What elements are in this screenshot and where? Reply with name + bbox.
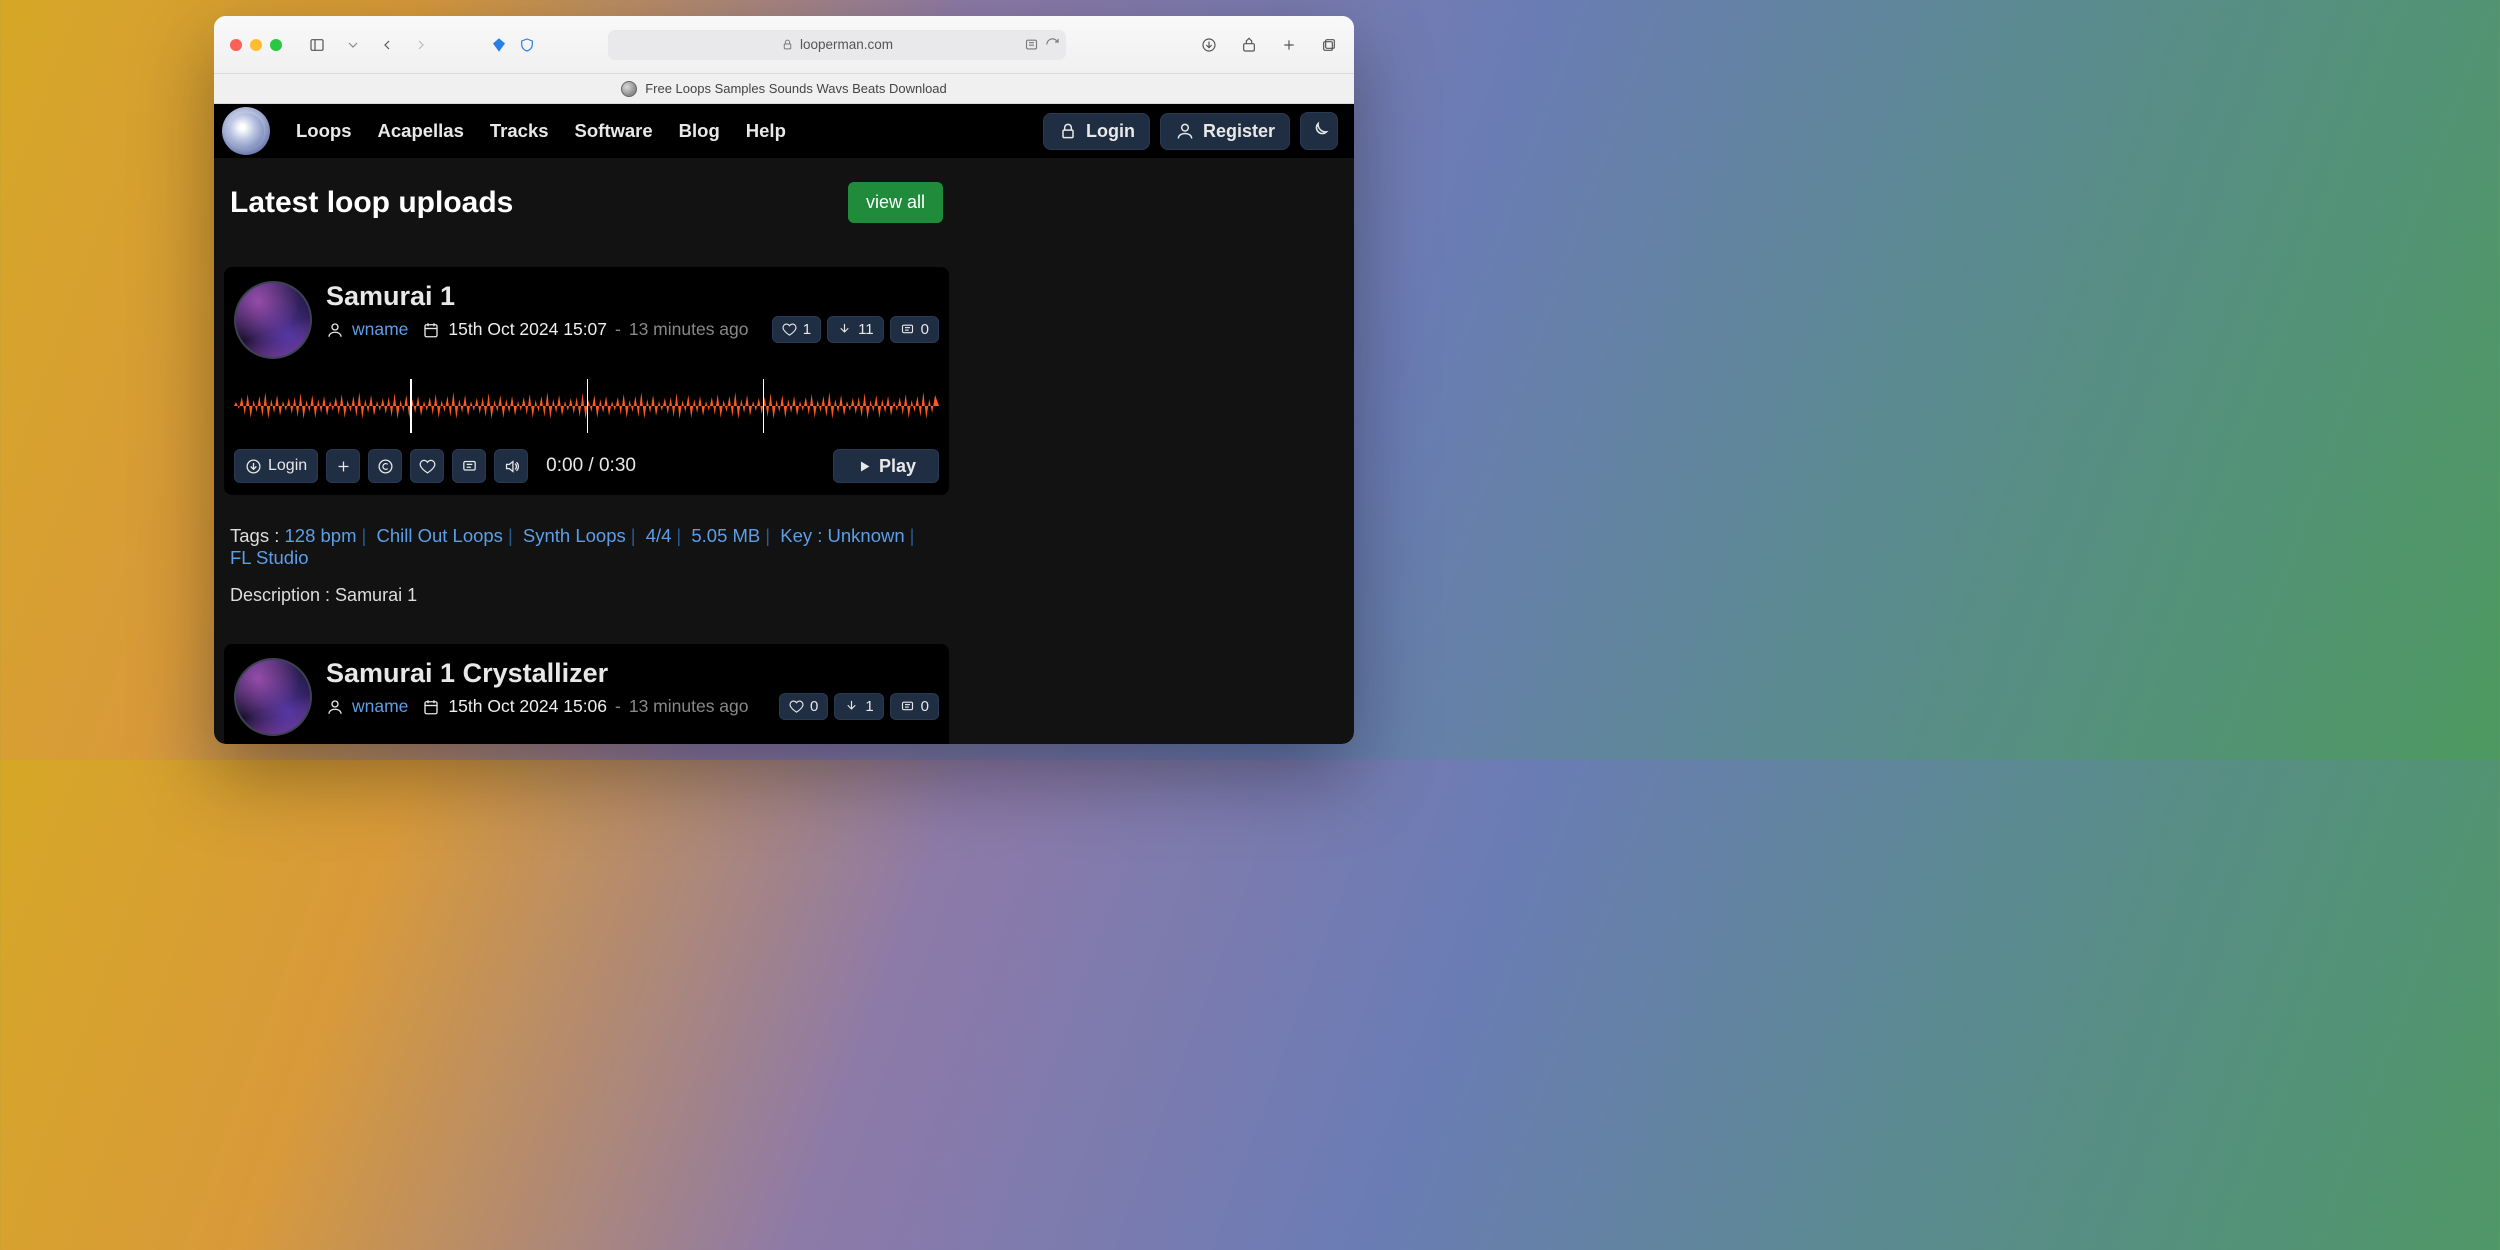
tabbar: Free Loops Samples Sounds Wavs Beats Dow…: [214, 74, 1354, 104]
time-display: 0:00 / 0:30: [546, 455, 636, 477]
back-icon[interactable]: [378, 36, 396, 54]
nav-tracks[interactable]: Tracks: [490, 120, 549, 142]
address-bar[interactable]: looperman.com: [608, 30, 1066, 60]
url-host: looperman.com: [800, 37, 893, 52]
nav-blog[interactable]: Blog: [679, 120, 720, 142]
heart-icon: [782, 322, 797, 337]
register-button[interactable]: Register: [1160, 113, 1290, 150]
heart-icon: [789, 699, 804, 714]
description-line: Description : Samurai 1: [224, 569, 949, 614]
add-button[interactable]: [326, 449, 360, 483]
window-controls: [230, 39, 282, 51]
play-button[interactable]: Play: [833, 449, 939, 483]
plus-icon: [335, 458, 352, 475]
user-icon: [1175, 121, 1195, 141]
tag-link[interactable]: Key : Unknown: [780, 525, 904, 546]
shield-icon[interactable]: [518, 36, 536, 54]
share-icon[interactable]: [1240, 36, 1258, 54]
avatar[interactable]: [234, 281, 312, 359]
login-to-download-button[interactable]: Login: [234, 449, 318, 483]
comment-button[interactable]: [452, 449, 486, 483]
copyright-icon: [377, 458, 394, 475]
tab-overview-icon[interactable]: [1320, 36, 1338, 54]
nav-links: Loops Acapellas Tracks Software Blog Hel…: [296, 120, 786, 142]
comment-icon: [461, 458, 478, 475]
tag-link[interactable]: 4/4: [646, 525, 672, 546]
loop-card: Samurai 1 wname 15th Oct 2024 15:07 - 13…: [224, 267, 949, 495]
site-logo[interactable]: [222, 107, 270, 155]
tag-link[interactable]: FL Studio: [230, 547, 309, 568]
downloads-stat[interactable]: 1: [834, 693, 883, 720]
user-icon: [326, 321, 344, 339]
uploader-link[interactable]: wname: [352, 319, 408, 340]
calendar-icon: [422, 321, 440, 339]
refresh-icon[interactable]: [1045, 37, 1060, 52]
nav-loops[interactable]: Loops: [296, 120, 352, 142]
forward-icon[interactable]: [412, 36, 430, 54]
tab-title[interactable]: Free Loops Samples Sounds Wavs Beats Dow…: [645, 81, 947, 96]
minimize-icon[interactable]: [250, 39, 262, 51]
favorite-button[interactable]: [410, 449, 444, 483]
uploader-link[interactable]: wname: [352, 696, 408, 717]
tag-link[interactable]: 128 bpm: [285, 525, 357, 546]
heart-icon: [419, 458, 436, 475]
loop-title[interactable]: Samurai 1 Crystallizer: [326, 658, 939, 689]
download-icon: [844, 699, 859, 714]
tag-link[interactable]: Synth Loops: [523, 525, 626, 546]
calendar-icon: [422, 698, 440, 716]
tags-line: Tags : 128 bpm| Chill Out Loops| Synth L…: [224, 511, 949, 569]
theme-toggle[interactable]: [1300, 112, 1338, 150]
maximize-icon[interactable]: [270, 39, 282, 51]
page-title: Latest loop uploads: [230, 186, 513, 220]
view-all-button[interactable]: view all: [848, 182, 943, 223]
login-button[interactable]: Login: [1043, 113, 1150, 150]
license-button[interactable]: [368, 449, 402, 483]
lock-icon: [781, 38, 794, 51]
upload-ago: 13 minutes ago: [629, 319, 749, 340]
comment-icon: [900, 322, 915, 337]
nav-software[interactable]: Software: [575, 120, 653, 142]
waveform-marker: [410, 379, 412, 433]
upload-ago: 13 minutes ago: [629, 696, 749, 717]
page-content: Loops Acapellas Tracks Software Blog Hel…: [214, 104, 1354, 744]
tag-link[interactable]: Chill Out Loops: [376, 525, 502, 546]
upload-date: 15th Oct 2024 15:06: [448, 696, 607, 717]
download-icon: [837, 322, 852, 337]
comments-stat[interactable]: 0: [890, 693, 939, 720]
waveform-marker: [763, 379, 765, 433]
nav-help[interactable]: Help: [746, 120, 786, 142]
new-tab-icon[interactable]: [1280, 36, 1298, 54]
downloads-icon[interactable]: [1200, 36, 1218, 54]
site-favicon: [621, 81, 637, 97]
tag-link[interactable]: 5.05 MB: [691, 525, 760, 546]
nav-acapellas[interactable]: Acapellas: [378, 120, 464, 142]
volume-icon: [503, 458, 520, 475]
site-navbar: Loops Acapellas Tracks Software Blog Hel…: [214, 104, 1354, 158]
loop-card: Samurai 1 Crystallizer wname 15th Oct 20…: [224, 644, 949, 744]
download-icon: [245, 458, 262, 475]
waveform[interactable]: [234, 373, 939, 439]
downloads-stat[interactable]: 11: [827, 316, 884, 343]
play-icon: [856, 458, 873, 475]
close-icon[interactable]: [230, 39, 242, 51]
avatar[interactable]: [234, 658, 312, 736]
moon-icon: [1309, 121, 1329, 141]
upload-date: 15th Oct 2024 15:07: [448, 319, 607, 340]
comment-icon: [900, 699, 915, 714]
lock-icon: [1058, 121, 1078, 141]
extension-diamond-icon[interactable]: [490, 36, 508, 54]
likes-stat[interactable]: 1: [772, 316, 821, 343]
likes-stat[interactable]: 0: [779, 693, 828, 720]
comments-stat[interactable]: 0: [890, 316, 939, 343]
browser-window: looperman.com Free Loops Samples Sound: [214, 16, 1354, 744]
user-icon: [326, 698, 344, 716]
sidebar-toggle-icon[interactable]: [308, 36, 326, 54]
volume-button[interactable]: [494, 449, 528, 483]
reader-icon[interactable]: [1024, 37, 1039, 52]
waveform-marker: [587, 379, 589, 433]
loop-title[interactable]: Samurai 1: [326, 281, 939, 312]
titlebar: looperman.com: [214, 16, 1354, 74]
tabs-dropdown-icon[interactable]: [344, 36, 362, 54]
